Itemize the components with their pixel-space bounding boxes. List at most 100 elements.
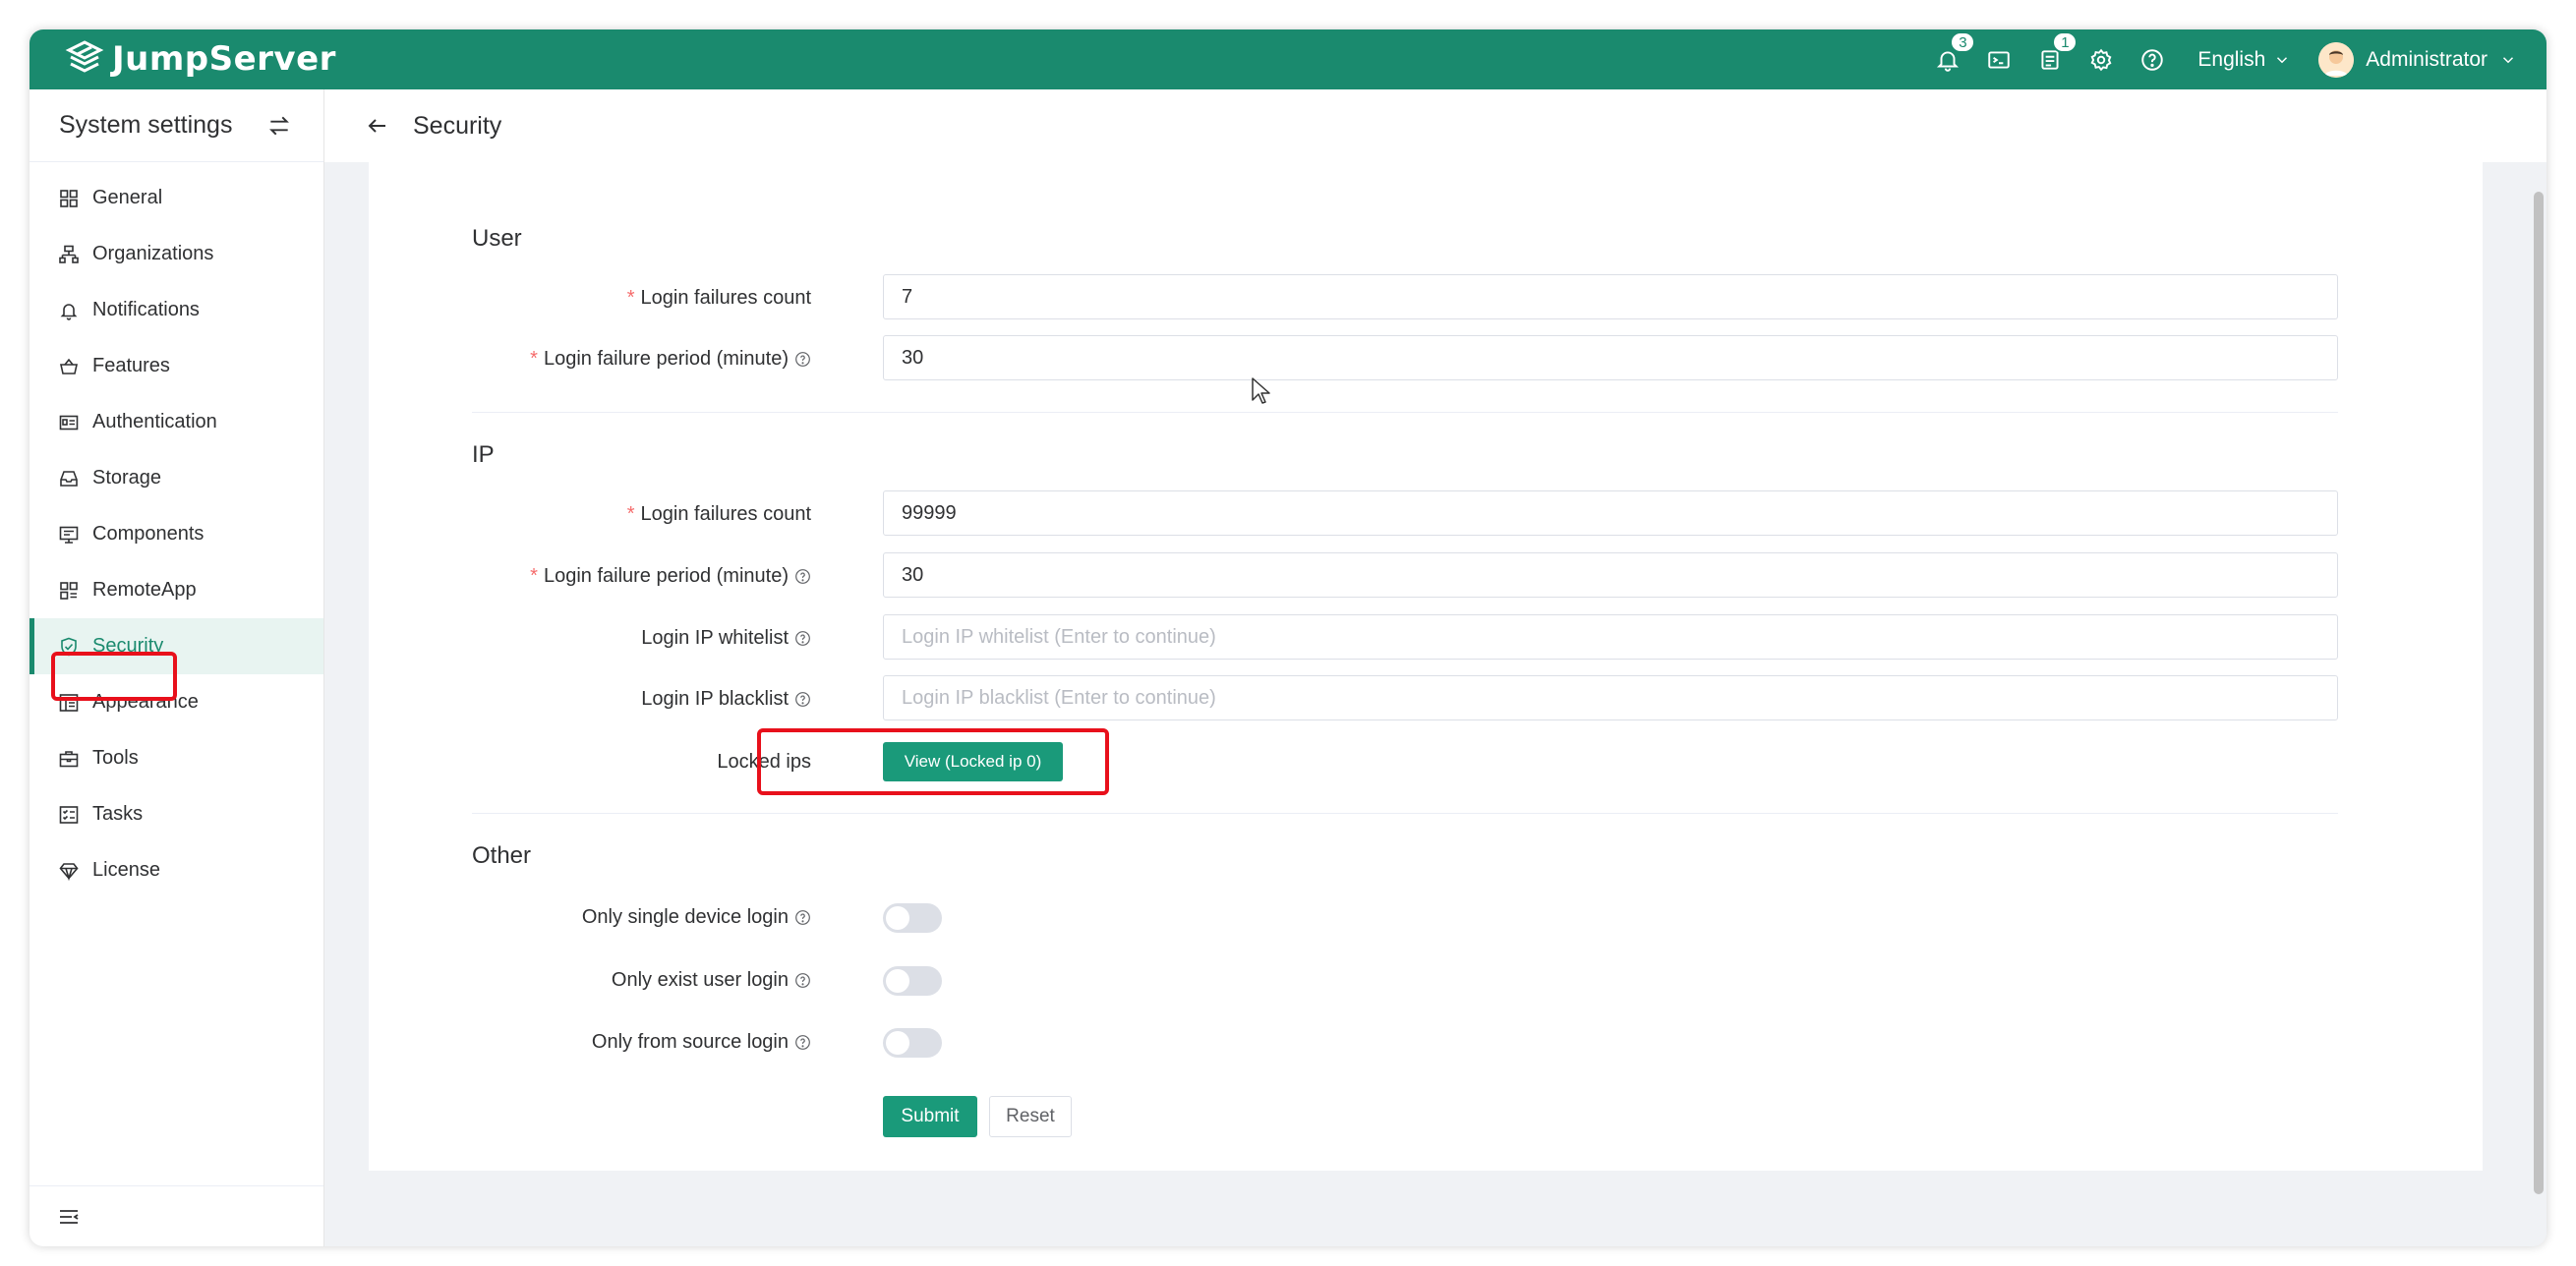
sidebar-footer xyxy=(29,1185,323,1246)
inbox-icon xyxy=(60,470,78,487)
user-name: Administrator xyxy=(2366,47,2488,71)
page-scrollbar-thumb[interactable] xyxy=(2534,192,2544,1194)
question-circle-icon[interactable] xyxy=(794,630,811,647)
exist-user-label: Only exist user login xyxy=(612,956,811,1004)
exist-user-toggle[interactable] xyxy=(883,966,942,996)
sidebar-item-remoteapp[interactable]: RemoteApp xyxy=(29,562,323,618)
top-bar: JumpServer 3 1 English Administrator xyxy=(29,29,2547,89)
sidebar-item-label: Components xyxy=(92,523,205,545)
sidebar-title: System settings xyxy=(59,111,233,139)
sidebar-item-authentication[interactable]: Authentication xyxy=(29,394,323,450)
locked-ips-row: Locked ips xyxy=(472,738,2340,785)
sidebar: System settings General Organizations No… xyxy=(29,89,324,1246)
sidebar-item-license[interactable]: License xyxy=(29,842,323,898)
ip-failures-count-input[interactable]: 99999 xyxy=(883,490,2338,536)
sidebar-item-notifications[interactable]: Notifications xyxy=(29,282,323,338)
ip-whitelist-row: Login IP whitelist Login IP whitelist (E… xyxy=(472,614,2340,662)
question-circle-icon[interactable] xyxy=(794,909,811,926)
single-device-row: Only single device login xyxy=(472,893,2340,941)
submit-button[interactable]: Submit xyxy=(883,1096,977,1137)
ip-failure-period-input[interactable]: 30 xyxy=(883,552,2338,598)
from-source-row: Only from source login xyxy=(472,1018,2340,1065)
terminal-button[interactable] xyxy=(1973,29,2024,89)
question-circle-icon[interactable] xyxy=(794,972,811,989)
apps-icon xyxy=(60,581,78,600)
ip-blacklist-row: Login IP blacklist Login IP blacklist (E… xyxy=(472,675,2340,722)
toolbox-icon xyxy=(59,750,79,767)
mouse-cursor-icon xyxy=(1252,377,1270,404)
tickets-badge: 1 xyxy=(2052,31,2078,53)
sidebar-item-label: RemoteApp xyxy=(92,579,197,601)
ip-blacklist-input[interactable]: Login IP blacklist (Enter to continue) xyxy=(883,675,2338,720)
from-source-label: Only from source login xyxy=(592,1018,811,1065)
collapse-menu-icon[interactable] xyxy=(57,1205,81,1229)
sidebar-item-label: Authentication xyxy=(92,411,217,432)
section-title-ip: IP xyxy=(472,441,495,468)
ip-blacklist-label: Login IP blacklist xyxy=(641,675,811,722)
question-circle-icon xyxy=(2141,48,2164,71)
chevron-down-icon xyxy=(2502,56,2514,63)
id-card-icon xyxy=(59,415,79,430)
sidebar-item-organizations[interactable]: Organizations xyxy=(29,226,323,282)
help-button[interactable] xyxy=(2127,29,2178,89)
sidebar-item-label: Features xyxy=(92,355,170,376)
single-device-toggle[interactable] xyxy=(883,903,942,933)
page-header: Security xyxy=(324,89,2547,162)
question-circle-icon[interactable] xyxy=(794,568,811,585)
from-source-toggle[interactable] xyxy=(883,1028,942,1058)
ip-failures-count-label: * Login failures count xyxy=(626,502,811,525)
sidebar-item-label: General xyxy=(92,187,163,208)
sidebar-item-label: Organizations xyxy=(92,243,214,264)
logo[interactable]: JumpServer xyxy=(65,39,336,79)
language-label: English xyxy=(2197,47,2266,71)
chevron-down-icon xyxy=(2277,56,2288,63)
settings-button[interactable] xyxy=(2076,29,2127,89)
back-arrow-icon[interactable] xyxy=(366,114,389,138)
bell-icon xyxy=(60,303,78,320)
monitor-icon xyxy=(59,526,79,544)
page-title: Security xyxy=(413,111,502,140)
sidebar-item-features[interactable]: Features xyxy=(29,338,323,394)
reset-button[interactable]: Reset xyxy=(989,1096,1072,1137)
section-divider xyxy=(472,813,2338,814)
notifications-button[interactable]: 3 xyxy=(1922,29,1976,89)
locked-ips-highlight-box xyxy=(757,728,1109,795)
ip-whitelist-input[interactable]: Login IP whitelist (Enter to continue) xyxy=(883,614,2338,660)
jumpserver-logo-icon xyxy=(65,40,104,73)
security-highlight-box xyxy=(51,652,177,701)
grid-icon xyxy=(60,189,78,207)
sidebar-item-label: License xyxy=(92,859,160,881)
ip-failure-period-label: * Login failure period (minute) xyxy=(530,552,811,600)
sidebar-item-storage[interactable]: Storage xyxy=(29,450,323,506)
exist-user-row: Only exist user login xyxy=(472,956,2340,1004)
language-selector[interactable]: English xyxy=(2197,48,2291,72)
section-divider xyxy=(472,412,2338,413)
settings-form-card: User * Login failures count 7 * Login fail… xyxy=(369,162,2483,1171)
ip-whitelist-label: Login IP whitelist xyxy=(641,614,811,662)
checklist-icon xyxy=(59,805,79,824)
notifications-badge: 3 xyxy=(1950,31,1976,53)
sidebar-item-label: Tools xyxy=(92,747,139,769)
switch-view-icon[interactable] xyxy=(266,113,292,139)
tickets-button[interactable]: 1 xyxy=(2024,29,2078,89)
user-failures-count-input[interactable]: 7 xyxy=(883,274,2338,319)
user-failures-count-label: * Login failures count xyxy=(626,286,811,309)
sidebar-item-label: Storage xyxy=(92,467,162,489)
sidebar-header: System settings xyxy=(29,89,323,162)
sidebar-item-components[interactable]: Components xyxy=(29,506,323,562)
question-circle-icon[interactable] xyxy=(794,351,811,368)
question-circle-icon[interactable] xyxy=(794,691,811,708)
single-device-label: Only single device login xyxy=(582,893,811,941)
question-circle-icon[interactable] xyxy=(794,1034,811,1051)
user-menu[interactable]: Administrator xyxy=(2318,41,2517,78)
org-tree-icon xyxy=(59,245,79,263)
user-failure-period-input[interactable]: 30 xyxy=(883,335,2338,380)
user-failure-period-label: * Login failure period (minute) xyxy=(530,335,811,382)
sidebar-item-tasks[interactable]: Tasks xyxy=(29,786,323,842)
terminal-icon xyxy=(1988,50,2011,69)
gear-icon xyxy=(2090,48,2112,71)
avatar xyxy=(2318,41,2355,78)
user-avatar-icon xyxy=(2318,41,2355,78)
sidebar-item-tools[interactable]: Tools xyxy=(29,730,323,786)
sidebar-item-general[interactable]: General xyxy=(29,170,323,226)
